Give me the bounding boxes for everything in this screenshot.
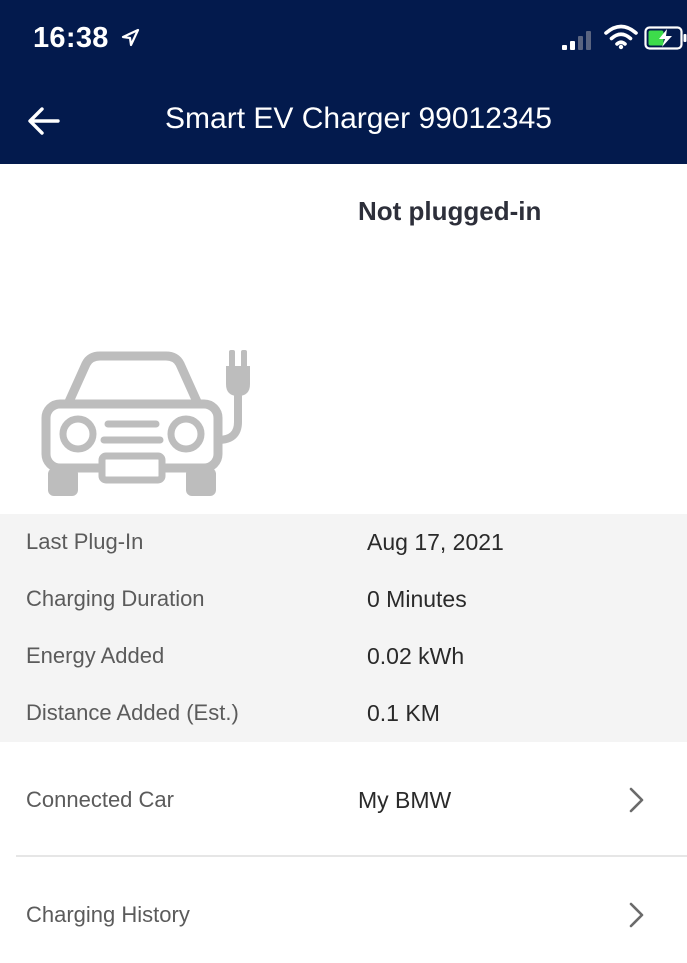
top-bar: 16:38 Smart EV Charger 99012345 <box>0 0 687 164</box>
car-with-plug-icon <box>41 350 250 496</box>
stat-label: Last Plug-In <box>26 529 144 554</box>
location-arrow-icon <box>121 28 140 47</box>
stat-value: 0.1 KM <box>367 700 440 726</box>
connected-car-label: Connected Car <box>26 787 174 812</box>
plug-status-label: Not plugged-in <box>358 196 542 226</box>
connected-car-value: My BMW <box>358 787 452 813</box>
charging-history-row[interactable]: Charging History <box>0 865 687 963</box>
stat-label: Distance Added (Est.) <box>26 700 239 725</box>
page-title: Smart EV Charger 99012345 <box>165 102 552 135</box>
charger-screen: 16:38 Smart EV Charger 99012345 Not plug… <box>0 0 687 963</box>
divider <box>16 855 687 857</box>
charging-stats-panel: Last Plug-In Aug 17, 2021 Charging Durat… <box>0 514 687 742</box>
stat-row-distance-added: Distance Added (Est.) 0.1 KM <box>0 685 687 742</box>
wifi-icon <box>604 24 638 50</box>
stat-row-last-plug-in: Last Plug-In Aug 17, 2021 <box>0 514 687 571</box>
chevron-right-icon <box>629 787 644 813</box>
stat-row-energy-added: Energy Added 0.02 kWh <box>0 628 687 685</box>
stat-value: 0 Minutes <box>367 586 467 612</box>
status-time: 16:38 <box>33 22 109 54</box>
charging-history-label: Charging History <box>26 902 190 927</box>
stat-row-charging-duration: Charging Duration 0 Minutes <box>0 571 687 628</box>
connected-car-row[interactable]: Connected Car My BMW <box>0 750 687 850</box>
stat-value: Aug 17, 2021 <box>367 529 504 555</box>
stat-label: Energy Added <box>26 643 165 668</box>
chevron-right-icon <box>629 902 644 928</box>
battery-charging-icon <box>644 26 687 50</box>
stat-label: Charging Duration <box>26 586 205 611</box>
stat-value: 0.02 kWh <box>367 643 465 669</box>
cellular-signal-icon <box>562 31 591 50</box>
